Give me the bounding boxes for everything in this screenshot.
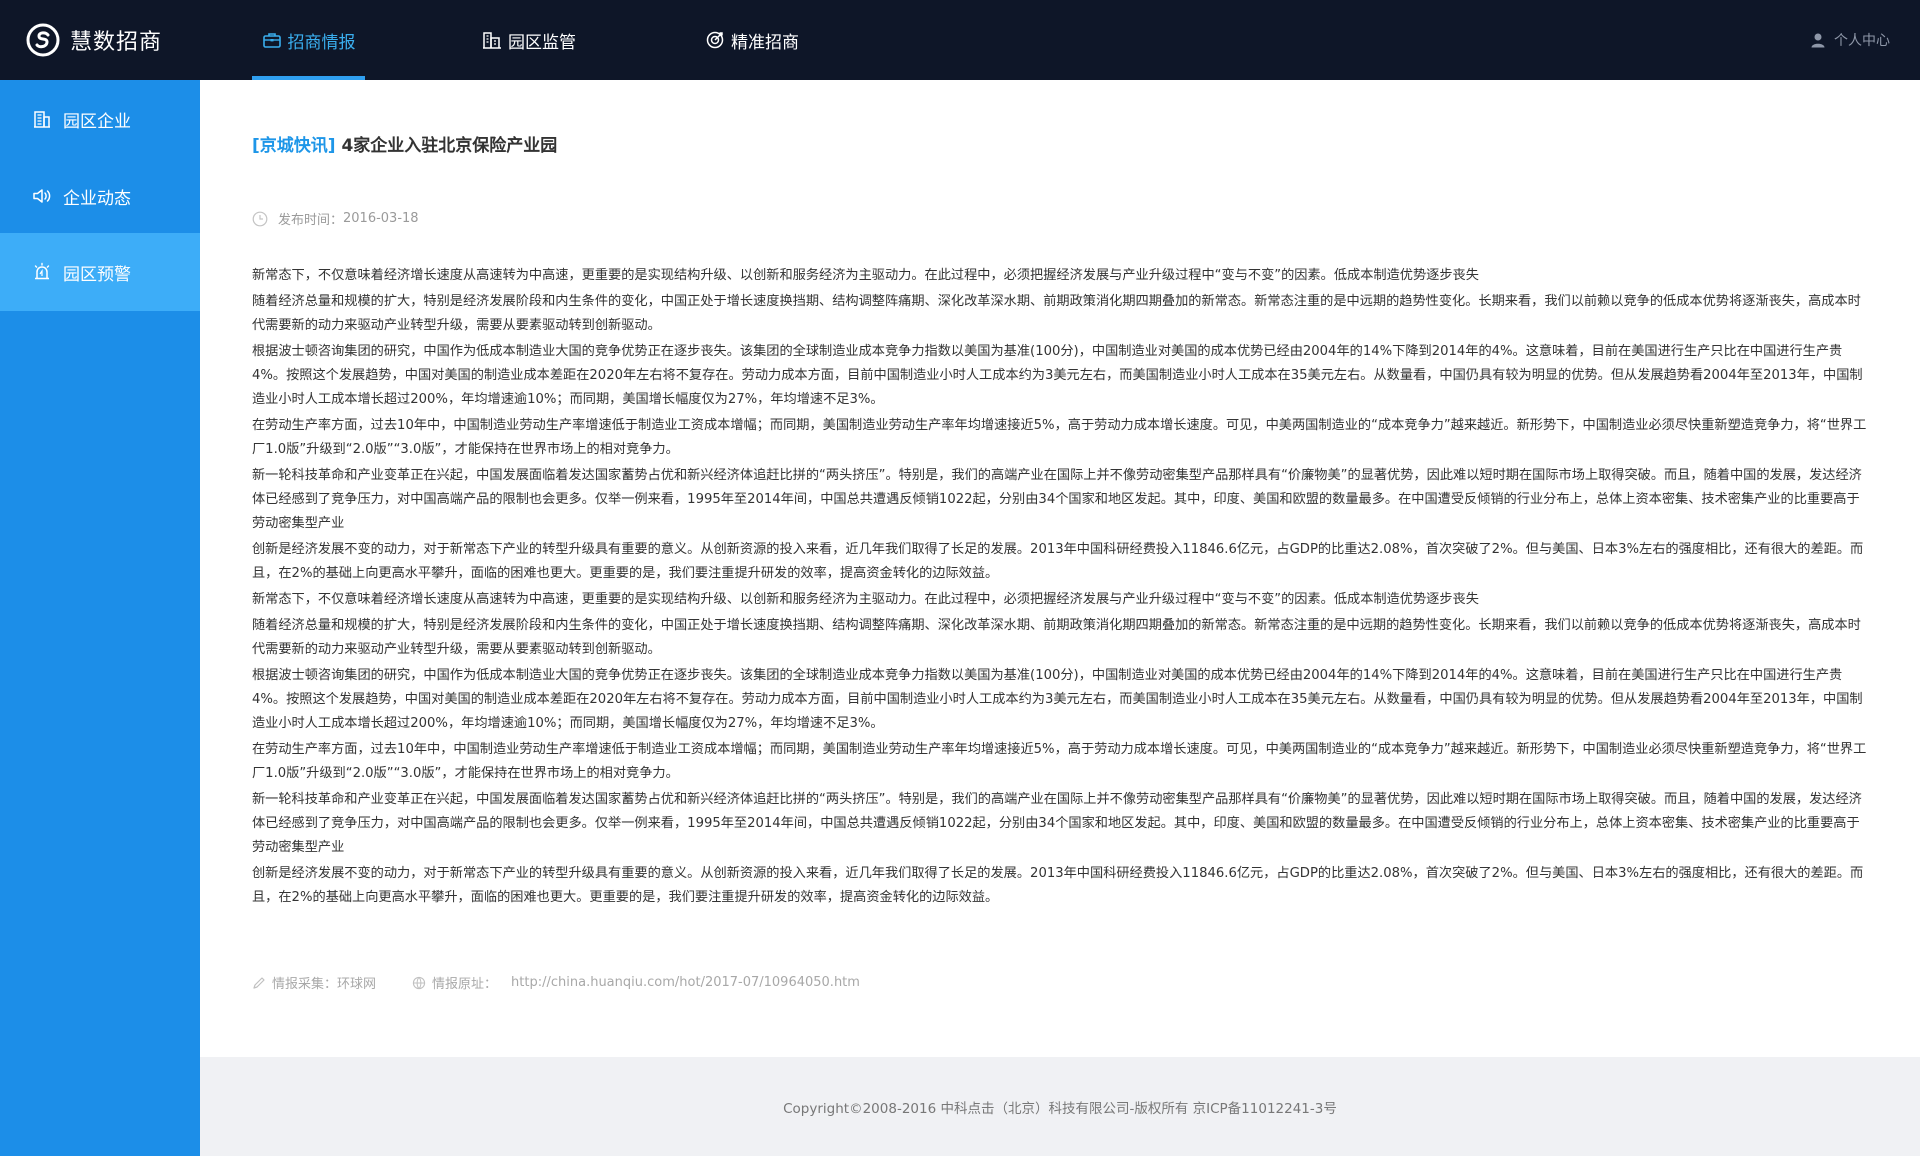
article-panel: [京城快讯] 4家企业入驻北京保险产业园 发布时间： 2016-03-18 新常态…	[200, 80, 1920, 1055]
sidebar-item-park-warning[interactable]: 园区预警	[0, 233, 200, 311]
clock-icon	[252, 211, 268, 226]
publish-label: 发布时间：	[278, 213, 344, 228]
article-body: 新常态下，不仅意味着经济增长速度从高速转为中高速，更重要的是实现结构升级、以创新…	[252, 264, 1868, 912]
sidebar: 园区企业 企业动态 园区预警	[0, 80, 200, 1156]
source-value: 环球网	[337, 977, 377, 992]
article-paragraph: 在劳动生产率方面，过去10年中，中国制造业劳动生产率增速低于制造业工资成本增幅；…	[252, 742, 1867, 781]
sidebar-item-park-enterprises[interactable]: 园区企业	[0, 80, 200, 158]
article-paragraph: 根据波士顿咨询集团的研究，中国作为低成本制造业大国的竞争优势正在逐步丧失。该集团…	[252, 668, 1863, 731]
alarm-icon	[34, 262, 50, 280]
article-title-text: 4家企业入驻北京保险产业园	[335, 136, 558, 156]
article-paragraph: 新一轮科技革命和产业变革正在兴起，中国发展面临着发达国家蓄势占优和新兴经济体追赶…	[252, 468, 1862, 531]
nav-tab-label: 精准招商	[731, 32, 799, 53]
source-url-link[interactable]: http://china.huanqiu.com/hot/2017-07/109…	[511, 975, 860, 990]
article-paragraph: 创新是经济发展不变的动力，对于新常态下产业的转型升级具有重要的意义。从创新资源的…	[252, 542, 1864, 581]
app-logo[interactable]: 慧数招商	[26, 20, 162, 60]
article-paragraph: 创新是经济发展不变的动力，对于新常态下产业的转型升级具有重要的意义。从创新资源的…	[252, 866, 1864, 905]
copyright-text: Copyright©2008-2016 中科点击（北京）科技有限公司-版权所有 …	[783, 1100, 1337, 1117]
nav-tab-label: 招商情报	[287, 32, 356, 53]
user-icon	[1811, 33, 1825, 48]
app-title: 慧数招商	[70, 30, 163, 55]
article-meta: 情报采集： 环球网 情报原址： http://china.huanqiu.com/h…	[252, 973, 860, 992]
article-paragraph: 新常态下，不仅意味着经济增长速度从高速转为中高速，更重要的是实现结构升级、以创新…	[252, 268, 1479, 283]
article-paragraph: 新常态下，不仅意味着经济增长速度从高速转为中高速，更重要的是实现结构升级、以创新…	[252, 592, 1479, 607]
article-paragraph: 随着经济总量和规模的扩大，特别是经济发展阶段和内生条件的变化，中国正处于增长速度…	[252, 294, 1861, 333]
globe-link-icon	[412, 976, 426, 989]
article-category-tag[interactable]: [京城快讯]	[252, 136, 336, 156]
buildings-icon	[483, 32, 501, 49]
nav-tab-investment-intelligence[interactable]: 招商情报	[252, 0, 365, 80]
speaker-icon	[33, 189, 51, 203]
source-info: 情报采集： 环球网	[252, 973, 376, 992]
url-label: 情报原址：	[432, 977, 498, 992]
nav-tab-park-supervision[interactable]: 园区监管	[482, 0, 576, 80]
article-title: [京城快讯] 4家企业入驻北京保险产业园	[252, 131, 557, 156]
sidebar-item-label: 企业动态	[63, 188, 131, 209]
top-navigation-bar: 慧数招商 招商情报 园区监管 精准招商 个人中心	[0, 0, 1920, 80]
nav-tab-precision-investment[interactable]: 精准招商	[705, 0, 799, 80]
url-info: 情报原址： http://china.huanqiu.com/hot/2017-0…	[412, 973, 860, 992]
footer: Copyright©2008-2016 中科点击（北京）科技有限公司-版权所有 …	[200, 1057, 1920, 1156]
nav-tab-label: 园区监管	[508, 32, 576, 53]
user-center-label: 个人中心	[1834, 33, 1890, 49]
publish-date: 2016-03-18	[343, 211, 419, 226]
source-label: 情报采集：	[272, 977, 338, 992]
article-paragraph: 新一轮科技革命和产业变革正在兴起，中国发展面临着发达国家蓄势占优和新兴经济体追赶…	[252, 792, 1862, 855]
publish-info: 发布时间： 2016-03-18	[252, 209, 419, 228]
briefcase-icon	[262, 33, 281, 48]
article-paragraph: 随着经济总量和规模的扩大，特别是经济发展阶段和内生条件的变化，中国正处于增长速度…	[252, 618, 1861, 657]
article-paragraph: 根据波士顿咨询集团的研究，中国作为低成本制造业大国的竞争优势正在逐步丧失。该集团…	[252, 344, 1863, 407]
target-icon	[706, 31, 724, 49]
article-paragraph: 在劳动生产率方面，过去10年中，中国制造业劳动生产率增速低于制造业工资成本增幅；…	[252, 418, 1867, 457]
building-icon	[34, 111, 50, 128]
logo-icon	[26, 23, 60, 57]
sidebar-item-label: 园区预警	[63, 264, 131, 285]
sidebar-item-enterprise-news[interactable]: 企业动态	[0, 157, 200, 235]
pencil-icon	[253, 976, 265, 989]
user-center-link[interactable]: 个人中心	[1810, 0, 1890, 80]
sidebar-item-label: 园区企业	[63, 111, 131, 132]
